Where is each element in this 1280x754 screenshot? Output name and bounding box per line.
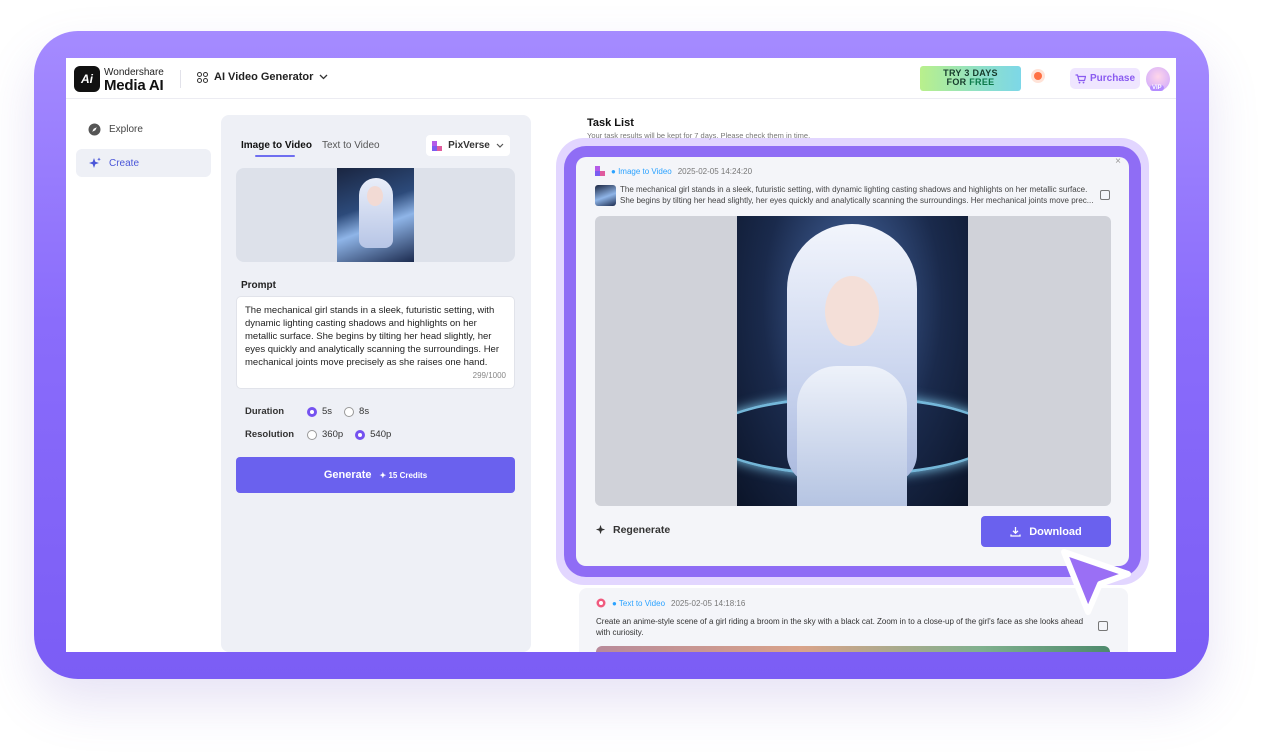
resolution-option-360p[interactable]: 360p [307,429,343,440]
regenerate-button[interactable]: Regenerate [595,524,670,536]
notification-dot-icon[interactable] [1034,72,1042,80]
pixverse-icon [432,140,443,151]
brand-line2: Media AI [104,77,164,94]
task-type: ● Text to Video [612,598,666,608]
model-select[interactable]: PixVerse [426,135,510,156]
purchase-label: Purchase [1089,73,1136,84]
generate-button[interactable]: Generate ✦ 15 Credits [236,457,515,493]
logo-icon: Ai [74,66,100,92]
sidebar-item-explore[interactable]: Explore [76,115,211,143]
app-selector-label: AI Video Generator [214,71,314,83]
task-time: 2025-02-05 14:18:16 [671,598,746,608]
purchase-button[interactable]: Purchase [1070,68,1140,89]
uploaded-image [337,168,414,262]
credits-badge: ✦ 15 Credits [379,471,428,480]
char-count: 299/1000 [472,371,506,380]
copy-icon[interactable] [1100,190,1110,200]
duration-option-8s[interactable]: 8s [344,406,369,417]
video-frame [737,216,968,506]
promo-line2: FOR FREE [946,77,995,87]
download-label: Download [1029,525,1082,538]
task-list-title: Task List [587,117,634,129]
sparkle-icon [595,524,606,535]
generator-panel: Image to Video Text to Video PixVerse Pr… [221,115,531,652]
prompt-thumbnail [595,185,616,206]
image-to-video-icon [595,166,605,176]
divider [180,70,181,88]
duration-row: Duration 5s 8s [245,406,381,417]
task-header: ● Image to Video 2025-02-05 14:24:20 [595,166,752,176]
task-header: ● Text to Video 2025-02-05 14:18:16 [596,598,745,608]
cart-icon [1075,73,1086,83]
image-upload-area[interactable] [236,168,515,262]
prompt-text: The mechanical girl stands in a sleek, f… [245,305,499,368]
apps-grid-icon [197,71,208,83]
close-icon[interactable]: × [1115,156,1121,167]
vip-badge: VIP [1150,85,1164,91]
resolution-option-540p[interactable]: 540p [355,429,391,440]
task-time: 2025-02-05 14:24:20 [677,166,753,176]
model-label: PixVerse [448,140,490,151]
app-selector[interactable]: AI Video Generator [197,71,328,83]
sidebar-item-create[interactable]: Create [76,149,211,177]
tab-image-to-video[interactable]: Image to Video [241,140,312,151]
mode-tabs: Image to Video Text to Video [241,140,380,151]
sidebar: Explore Create [66,99,221,652]
free-trial-banner[interactable]: TRY 3 DAYS FOR FREE [920,66,1021,91]
task-card-1: ● Image to Video 2025-02-05 14:24:20 × T… [576,156,1129,566]
sidebar-item-label: Create [109,157,140,169]
prompt-textarea[interactable]: The mechanical girl stands in a sleek, f… [236,296,515,389]
download-button[interactable]: Download [981,516,1111,547]
task-preview [596,646,1110,652]
copy-icon[interactable] [1098,621,1108,631]
prompt-label: Prompt [241,280,276,291]
active-tab-indicator [255,155,295,157]
chevron-down-icon [319,74,328,80]
task-prompt: Create an anime-style scene of a girl ri… [596,617,1084,637]
task-card-2: ● Text to Video 2025-02-05 14:18:16 Crea… [579,588,1128,652]
generate-label: Generate [323,469,372,481]
sidebar-item-label: Explore [109,123,143,135]
resolution-label: Resolution [245,429,295,440]
duration-option-5s[interactable]: 5s [307,406,332,417]
text-to-video-icon [596,598,606,608]
download-icon [1010,527,1021,537]
task-type: ● Image to Video [611,166,672,176]
top-bar: Ai Wondershare Media AI AI Video Generat… [66,58,1176,99]
compass-icon [88,123,101,136]
tab-text-to-video[interactable]: Text to Video [322,140,380,151]
resolution-row: Resolution 360p 540p [245,429,403,440]
chevron-down-icon [496,143,504,148]
duration-label: Duration [245,406,285,417]
pointer-cursor-icon [1061,549,1131,615]
video-player[interactable] [595,216,1111,506]
regenerate-label: Regenerate [613,524,671,536]
task-prompt: The mechanical girl stands in a sleek, f… [620,185,1094,205]
sparkle-icon [88,157,101,170]
